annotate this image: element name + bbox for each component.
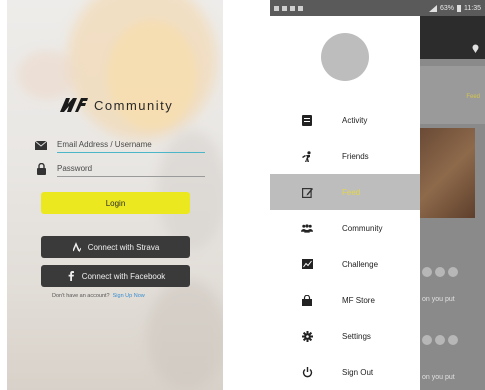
background-feed-tab: Feed xyxy=(466,94,480,100)
password-field-row xyxy=(35,161,205,177)
avatar[interactable] xyxy=(321,33,369,81)
password-input[interactable] xyxy=(57,161,205,177)
list-icon xyxy=(301,114,313,126)
menu-item-friends[interactable]: Friends xyxy=(270,138,420,174)
login-screen: Community Login Connect with Strava xyxy=(7,0,223,390)
drawer-screen: 63% 11:35 Feed on you put on you put Act… xyxy=(270,0,485,390)
gear-icon xyxy=(301,330,313,342)
login-button[interactable]: Login xyxy=(41,192,190,214)
signup-prompt-text: Don't have an account? xyxy=(52,293,110,299)
mf-logo-icon xyxy=(60,98,88,112)
background-app-content: Feed on you put on you put xyxy=(420,16,485,390)
background-caption: on you put xyxy=(422,296,455,303)
menu-item-label: Friends xyxy=(342,151,369,161)
signal-icon xyxy=(428,4,437,12)
screenshot-stage: Community Login Connect with Strava xyxy=(0,0,485,390)
connect-facebook-label: Connect with Facebook xyxy=(81,271,166,281)
menu-item-activity[interactable]: Activity xyxy=(270,102,420,138)
menu-item-label: Sign Out xyxy=(342,367,374,377)
signup-prompt: Don't have an account? Sign Up Now xyxy=(52,293,145,299)
menu-item-label: Challenge xyxy=(342,259,379,269)
battery-level: 63% xyxy=(439,4,454,12)
connect-strava-label: Connect with Strava xyxy=(87,242,160,252)
clock: 11:35 xyxy=(464,4,481,12)
menu-item-label: Community xyxy=(342,223,383,233)
group-icon xyxy=(301,222,313,234)
status-notification-icons xyxy=(274,5,303,11)
brand-name: Community xyxy=(94,97,174,113)
bag-icon xyxy=(301,294,313,306)
background-action-row xyxy=(420,330,485,350)
menu-item-mf-store[interactable]: MF Store xyxy=(270,282,420,318)
facebook-icon xyxy=(66,271,76,281)
brand: Community xyxy=(60,95,173,115)
background-feed-photo xyxy=(420,128,475,218)
edit-icon xyxy=(301,186,313,198)
login-button-label: Login xyxy=(105,198,126,208)
strava-icon xyxy=(72,242,82,252)
menu-item-label: Feed xyxy=(342,187,361,197)
menu-item-settings[interactable]: Settings xyxy=(270,318,420,354)
menu-item-challenge[interactable]: Challenge xyxy=(270,246,420,282)
background-action-row xyxy=(420,262,485,282)
lock-icon xyxy=(35,163,47,175)
signup-link[interactable]: Sign Up Now xyxy=(113,293,145,299)
email-input[interactable] xyxy=(57,137,205,153)
status-bar: 63% 11:35 xyxy=(270,0,485,16)
menu-item-community[interactable]: Community xyxy=(270,210,420,246)
envelope-icon xyxy=(35,139,47,151)
menu-item-label: MF Store xyxy=(342,295,375,305)
connect-strava-button[interactable]: Connect with Strava xyxy=(41,236,190,258)
menu-item-feed[interactable]: Feed xyxy=(270,174,420,210)
background-caption: on you put xyxy=(422,374,455,381)
menu-item-sign-out[interactable]: Sign Out xyxy=(270,354,420,390)
navigation-drawer: Activity Friends Feed Community Challeng… xyxy=(270,16,420,390)
menu-item-label: Activity xyxy=(342,115,368,125)
drawer-menu: Activity Friends Feed Community Challeng… xyxy=(270,102,420,390)
location-pin-icon xyxy=(472,44,479,53)
battery-icon xyxy=(457,4,461,12)
status-right: 63% 11:35 xyxy=(428,4,481,12)
menu-item-label: Settings xyxy=(342,331,371,341)
chart-icon xyxy=(301,258,313,270)
connect-facebook-button[interactable]: Connect with Facebook xyxy=(41,265,190,287)
email-field-row xyxy=(35,137,205,153)
person-run-icon xyxy=(301,150,313,162)
power-icon xyxy=(301,366,313,378)
